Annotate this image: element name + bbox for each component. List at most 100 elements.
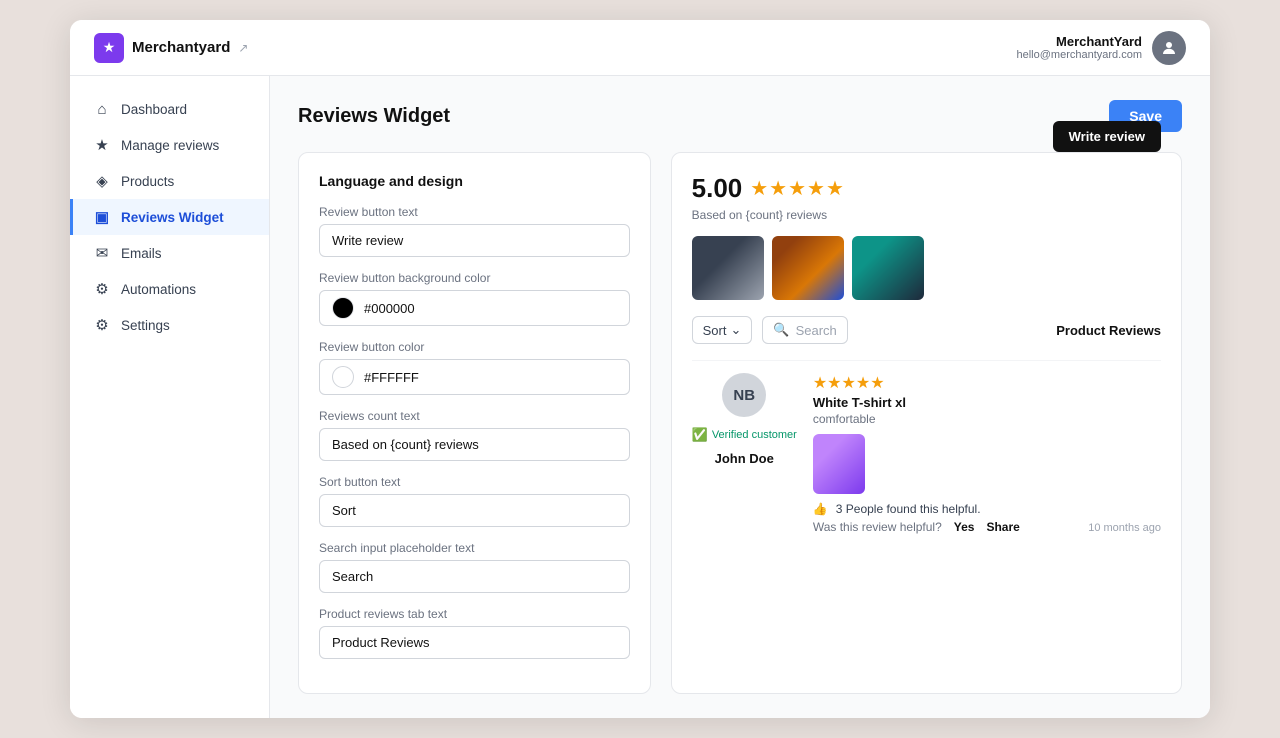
write-review-button[interactable]: Write review: [1053, 121, 1161, 152]
product-reviews-tab-display: Product Reviews: [1056, 323, 1161, 338]
color-picker-fg[interactable]: #FFFFFF: [319, 359, 630, 395]
yes-link[interactable]: Yes: [954, 520, 975, 534]
reviewer-avatar: NB: [722, 373, 766, 417]
filter-row: Sort ⌄ 🔍 Search Product Reviews: [692, 316, 1161, 344]
review-stars: ★★★★★: [813, 373, 1161, 393]
review-content: ★★★★★ White T-shirt xl comfortable 👍 3 P…: [813, 373, 1161, 534]
logo-icon: ★: [94, 33, 124, 63]
input-review-button-text[interactable]: [319, 224, 630, 257]
email-icon: ✉: [93, 244, 111, 262]
avatar: [1152, 31, 1186, 65]
thumbnail-1[interactable]: [692, 236, 764, 300]
label-search-placeholder: Search input placeholder text: [319, 541, 630, 555]
sidebar-label-emails: Emails: [121, 246, 162, 261]
color-swatch-bg: [332, 297, 354, 319]
content-header: Reviews Widget Save: [298, 100, 1182, 132]
user-info: MerchantYard hello@merchantyard.com: [1017, 34, 1143, 61]
sidebar-label-manage-reviews: Manage reviews: [121, 138, 219, 153]
review-time: 10 months ago: [1088, 522, 1161, 534]
rating-number: 5.00: [692, 173, 743, 204]
user-email: hello@merchantyard.com: [1017, 49, 1143, 61]
label-reviews-count: Reviews count text: [319, 409, 630, 423]
brand-name: Merchantyard: [132, 39, 230, 56]
label-sort-button: Sort button text: [319, 475, 630, 489]
external-link-icon[interactable]: ↗: [238, 41, 248, 55]
search-icon: 🔍: [773, 322, 789, 338]
sidebar-item-products[interactable]: ◈ Products: [70, 163, 269, 199]
sidebar-label-reviews-widget: Reviews Widget: [121, 210, 224, 225]
field-reviews-count: Reviews count text: [319, 409, 630, 461]
app-window: ★ Merchantyard ↗ MerchantYard hello@merc…: [70, 20, 1210, 718]
input-sort-button[interactable]: [319, 494, 630, 527]
color-picker-bg[interactable]: #000000: [319, 290, 630, 326]
review-card: NB ✅ Verified customer John Doe ★★★★★ Wh…: [692, 360, 1161, 546]
thumbnail-2[interactable]: [772, 236, 844, 300]
settings-icon: ⚙: [93, 316, 111, 334]
page-title: Reviews Widget: [298, 105, 450, 128]
sidebar-item-automations[interactable]: ⚙ Automations: [70, 271, 269, 307]
label-review-button-text: Review button text: [319, 205, 630, 219]
sidebar-label-dashboard: Dashboard: [121, 102, 187, 117]
sidebar-label-automations: Automations: [121, 282, 196, 297]
field-sort-button: Sort button text: [319, 475, 630, 527]
field-review-button-bg-color: Review button background color #000000: [319, 271, 630, 326]
widget-icon: ▣: [93, 208, 111, 226]
star-icon: ★: [93, 136, 111, 154]
sidebar: ⌂ Dashboard ★ Manage reviews ◈ Products …: [70, 76, 270, 718]
reviewer-left: NB ✅ Verified customer John Doe: [692, 373, 797, 534]
verified-icon: ✅: [692, 427, 708, 443]
header: ★ Merchantyard ↗ MerchantYard hello@merc…: [70, 20, 1210, 76]
share-link[interactable]: Share: [986, 520, 1019, 534]
color-value-fg: #FFFFFF: [364, 370, 419, 385]
main-layout: ⌂ Dashboard ★ Manage reviews ◈ Products …: [70, 76, 1210, 718]
products-icon: ◈: [93, 172, 111, 190]
field-product-reviews-tab: Product reviews tab text: [319, 607, 630, 659]
sidebar-item-settings[interactable]: ⚙ Settings: [70, 307, 269, 343]
user-name: MerchantYard: [1017, 34, 1143, 49]
reviewer-name: John Doe: [715, 451, 774, 466]
header-left: ★ Merchantyard ↗: [94, 33, 248, 63]
field-search-placeholder: Search input placeholder text: [319, 541, 630, 593]
sort-button[interactable]: Sort ⌄: [692, 316, 753, 344]
section-title: Language and design: [319, 173, 630, 189]
sidebar-item-reviews-widget[interactable]: ▣ Reviews Widget: [70, 199, 269, 235]
review-image: [813, 434, 865, 494]
product-variant: comfortable: [813, 412, 1161, 426]
input-product-reviews-tab[interactable]: [319, 626, 630, 659]
field-review-button-text: Review button text: [319, 205, 630, 257]
content: Reviews Widget Save Language and design …: [270, 76, 1210, 718]
sidebar-item-dashboard[interactable]: ⌂ Dashboard: [70, 92, 269, 127]
preview-panel: Write review 5.00 ★★★★★ Based on {count}…: [671, 152, 1182, 694]
helpful-count: 3 People found this helpful.: [836, 502, 981, 516]
color-swatch-fg: [332, 366, 354, 388]
thumbnail-3[interactable]: [852, 236, 924, 300]
verified-badge: ✅ Verified customer: [692, 427, 797, 443]
sidebar-item-emails[interactable]: ✉ Emails: [70, 235, 269, 271]
input-reviews-count[interactable]: [319, 428, 630, 461]
photo-thumbnails: [692, 236, 1161, 300]
search-placeholder-display: Search: [796, 323, 837, 338]
sidebar-label-products: Products: [121, 174, 174, 189]
helpful-row: 👍 3 People found this helpful.: [813, 502, 1161, 516]
home-icon: ⌂: [93, 101, 111, 118]
reviews-count-display: Based on {count} reviews: [692, 208, 1161, 222]
automations-icon: ⚙: [93, 280, 111, 298]
product-name: White T-shirt xl: [813, 395, 1161, 410]
input-search-placeholder[interactable]: [319, 560, 630, 593]
sort-chevron-icon: ⌄: [730, 322, 741, 338]
label-review-button-bg-color: Review button background color: [319, 271, 630, 285]
thumbs-up-icon: 👍: [813, 502, 828, 516]
verified-label: Verified customer: [712, 429, 797, 441]
sidebar-item-manage-reviews[interactable]: ★ Manage reviews: [70, 127, 269, 163]
label-review-button-color: Review button color: [319, 340, 630, 354]
helpful-actions: Was this review helpful? Yes Share 10 mo…: [813, 520, 1161, 534]
sidebar-label-settings: Settings: [121, 318, 170, 333]
color-value-bg: #000000: [364, 301, 415, 316]
sort-label: Sort: [703, 323, 727, 338]
two-col-layout: Language and design Review button text R…: [298, 152, 1182, 694]
settings-panel: Language and design Review button text R…: [298, 152, 651, 694]
search-box[interactable]: 🔍 Search: [762, 316, 847, 344]
stars-display: ★★★★★: [750, 176, 845, 201]
rating-header: 5.00 ★★★★★: [692, 173, 1161, 204]
field-review-button-color: Review button color #FFFFFF: [319, 340, 630, 395]
